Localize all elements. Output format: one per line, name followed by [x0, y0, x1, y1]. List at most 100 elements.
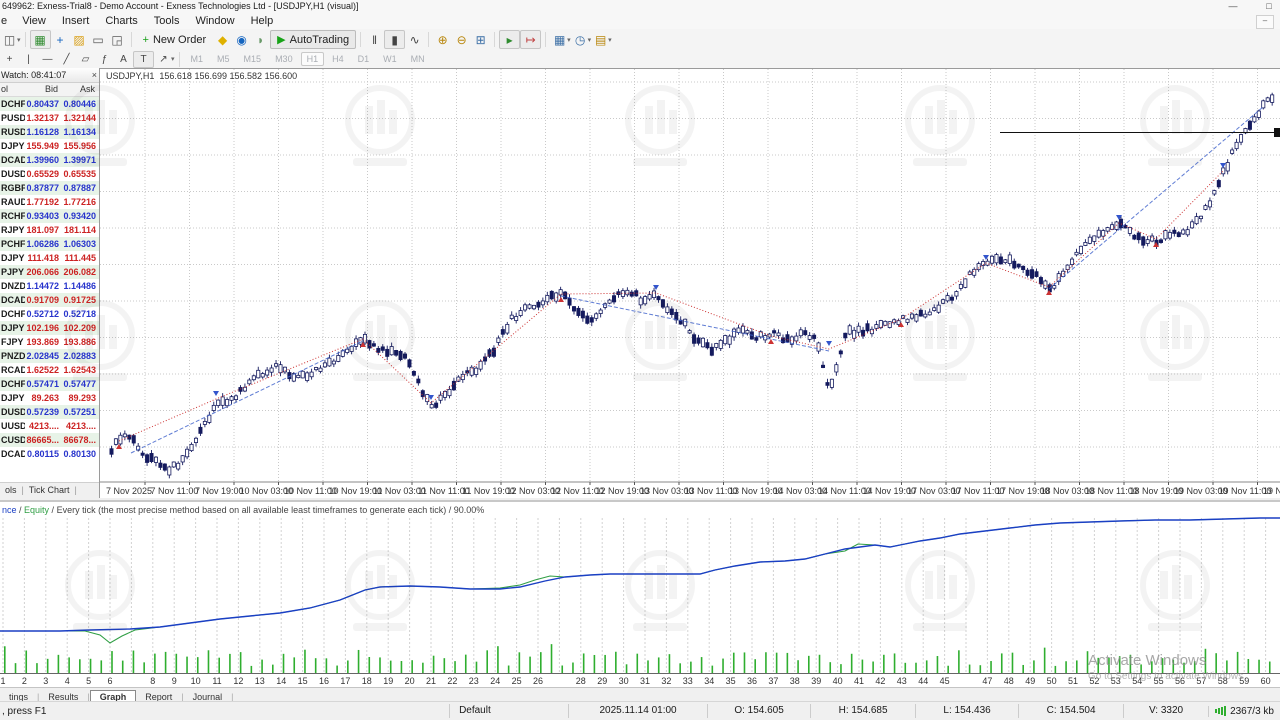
strategy-tester-icon[interactable]: ◲ — [108, 31, 127, 48]
vertical-line-icon[interactable]: | — [19, 52, 38, 67]
fibonacci-icon[interactable]: ƒ — [95, 52, 114, 67]
tester-x-number: 25 — [512, 676, 522, 686]
trendline-icon[interactable]: ╱ — [57, 52, 76, 67]
bid-cell: 0.80115 — [25, 447, 62, 461]
candlestick-chart-icon[interactable]: ▮ — [384, 30, 405, 49]
autotrading-button[interactable]: ▶AutoTrading — [270, 30, 356, 49]
tester-x-number: 3 — [43, 676, 48, 686]
market-watch-row[interactable]: DCAD1.399601.39971 — [0, 153, 99, 167]
status-cell-5: C: 154.504 — [1018, 704, 1123, 718]
market-watch-row[interactable]: DUSD0.655290.65535 — [0, 167, 99, 181]
market-watch-row[interactable]: PNZD2.028452.02883 — [0, 349, 99, 363]
market-watch-icon[interactable]: ▦ — [30, 30, 51, 49]
market-watch-row[interactable]: DJPY102.196102.209 — [0, 321, 99, 335]
minimize-button[interactable]: — — [1216, 0, 1250, 13]
market-watch-row[interactable]: RUSD1.161281.16134 — [0, 125, 99, 139]
cursor-crosshair-icon[interactable]: + — [0, 52, 19, 67]
timeframe-m1[interactable]: M1 — [185, 52, 210, 66]
chart-shift-icon[interactable]: ↦ — [520, 30, 541, 49]
autotrading-icon: ▶ — [277, 33, 285, 46]
toolbar-separator — [360, 32, 361, 47]
profile-icon[interactable]: ◉ — [232, 31, 251, 48]
menu-bar: e ViewInsertChartsToolsWindowHelp – — [0, 13, 1280, 30]
close-icon[interactable]: × — [92, 68, 97, 82]
tester-x-number: 35 — [726, 676, 736, 686]
navigator-icon[interactable]: ▨ — [70, 31, 89, 48]
market-watch-row[interactable]: UUSD4213....4213.... — [0, 419, 99, 433]
terminal-icon[interactable]: ▭ — [89, 31, 108, 48]
chevron-down-icon[interactable]: ▾ — [17, 36, 21, 44]
market-watch-row[interactable]: DJPY89.26389.293 — [0, 391, 99, 405]
bid-column-header[interactable]: Bid — [25, 83, 62, 96]
ask-cell: 86678... — [62, 433, 99, 447]
tester-x-number: 1 — [0, 676, 5, 686]
timeframe-d1[interactable]: D1 — [352, 52, 376, 66]
auto-scroll-icon[interactable]: ▸ — [499, 30, 520, 49]
timeframe-mn[interactable]: MN — [405, 52, 431, 66]
market-watch-row[interactable]: PUSD1.321371.32144 — [0, 111, 99, 125]
text-icon[interactable]: A — [114, 52, 133, 67]
data-window-icon[interactable]: + — [51, 31, 70, 48]
market-watch-row[interactable]: DNZD1.144721.14486 — [0, 279, 99, 293]
timeframe-m5[interactable]: M5 — [211, 52, 236, 66]
market-watch-row[interactable]: DCHF0.527120.52718 — [0, 307, 99, 321]
new-order-button[interactable]: +New Order — [136, 30, 214, 49]
market-watch-row[interactable]: DCAD0.917090.91725 — [0, 293, 99, 307]
chart-window[interactable]: USDJPY,H1 156.618 156.699 156.582 156.60… — [99, 68, 1280, 498]
market-watch-row[interactable]: PJPY206.066206.082 — [0, 265, 99, 279]
market-watch-row[interactable]: DUSD0.572390.57251 — [0, 405, 99, 419]
menu-item-view[interactable]: View — [14, 13, 54, 29]
symbol-cell: DCAD — [0, 447, 25, 461]
x-axis-label: 7 Nov 2025 — [106, 486, 152, 496]
timeframe-m30[interactable]: M30 — [269, 52, 299, 66]
menu-file-clipped[interactable]: e — [0, 13, 11, 29]
timeframe-w1[interactable]: W1 — [377, 52, 403, 66]
time-axis: 7 Nov 20257 Nov 11:007 Nov 19:0010 Nov 0… — [100, 482, 1280, 496]
chevron-down-icon[interactable]: ▾ — [171, 55, 175, 63]
market-watch-row[interactable]: RCAD1.625221.62543 — [0, 363, 99, 377]
tester-graph[interactable]: 1234568910111213141516171819202122232425… — [0, 502, 1280, 688]
timeframe-h1[interactable]: H1 — [301, 52, 325, 66]
timeframe-m15[interactable]: M15 — [238, 52, 268, 66]
market-watch-row[interactable]: DCHF0.804370.80446 — [0, 97, 99, 111]
tile-windows-icon[interactable]: ⊞ — [471, 31, 490, 48]
line-chart-icon[interactable]: ∿ — [405, 31, 424, 48]
chevron-down-icon[interactable]: ▾ — [608, 36, 612, 44]
market-watch-row[interactable]: CUSD86665...86678... — [0, 433, 99, 447]
menu-item-tools[interactable]: Tools — [146, 13, 188, 29]
alerts-icon[interactable]: ◗ — [251, 31, 270, 48]
market-watch-row[interactable]: DCHF0.574710.57477 — [0, 377, 99, 391]
mdi-restore-icon[interactable]: – — [1256, 15, 1274, 29]
menu-item-help[interactable]: Help — [243, 13, 282, 29]
menu-item-window[interactable]: Window — [187, 13, 242, 29]
market-watch-row[interactable]: DJPY155.949155.956 — [0, 139, 99, 153]
bar-chart-icon[interactable]: ‖ — [365, 31, 384, 48]
market-watch-row[interactable]: DCAD0.801150.80130 — [0, 447, 99, 461]
tester-x-numbers: 1234568910111213141516171819202122232425… — [0, 676, 1270, 686]
market-watch-row[interactable]: FJPY193.869193.886 — [0, 335, 99, 349]
market-watch-row[interactable]: PCHF1.062861.06303 — [0, 237, 99, 251]
chart-grid — [100, 69, 1280, 482]
text-label-icon[interactable]: T — [133, 51, 154, 68]
market-watch-row[interactable]: DJPY111.418111.445 — [0, 251, 99, 265]
maximize-button[interactable]: □ — [1252, 0, 1280, 13]
horizontal-line-icon[interactable]: — — [38, 52, 57, 67]
market-watch-row[interactable]: RCHF0.934030.93420 — [0, 209, 99, 223]
menu-item-insert[interactable]: Insert — [54, 13, 98, 29]
market-watch-tab-ols[interactable]: ols — [0, 484, 22, 497]
zoom-in-icon[interactable]: ⊕ — [433, 31, 452, 48]
candlestick-chart[interactable]: 7 Nov 20257 Nov 11:007 Nov 19:0010 Nov 0… — [100, 69, 1280, 498]
market-watch-tab-tick-chart[interactable]: Tick Chart — [24, 484, 75, 497]
metaeditor-icon[interactable]: ◆ — [213, 31, 232, 48]
ask-column-header[interactable]: Ask — [62, 83, 99, 96]
timeframe-h4[interactable]: H4 — [326, 52, 350, 66]
channel-icon[interactable]: ▱ — [76, 52, 95, 67]
zoom-out-icon[interactable]: ⊖ — [452, 31, 471, 48]
menu-item-charts[interactable]: Charts — [97, 13, 145, 29]
symbol-column-header[interactable]: ol — [0, 83, 25, 96]
market-watch-row[interactable]: RAUD1.771921.77216 — [0, 195, 99, 209]
ask-cell: 0.93420 — [62, 209, 99, 223]
symbol-cell: PNZD — [0, 349, 25, 363]
market-watch-row[interactable]: RJPY181.097181.114 — [0, 223, 99, 237]
market-watch-row[interactable]: RGBP0.878770.87887 — [0, 181, 99, 195]
